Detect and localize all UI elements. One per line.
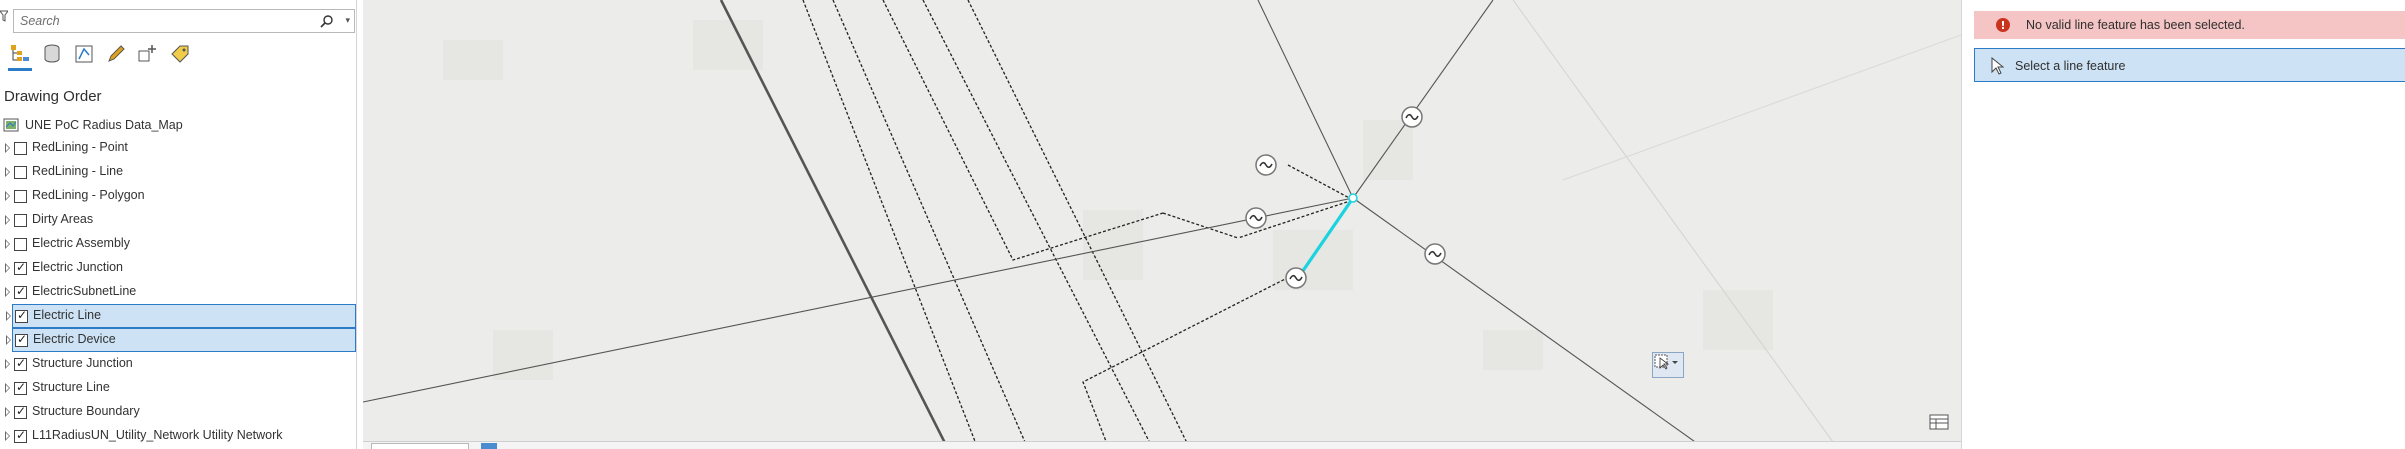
layer-label: Dirty Areas (32, 212, 94, 226)
map-view[interactable] (363, 0, 1961, 449)
expand-arrow-icon[interactable] (6, 311, 11, 321)
layer-visibility-checkbox[interactable] (14, 428, 27, 443)
layer-label: L11RadiusUN_Utility_Network Utility Netw… (32, 428, 283, 442)
select-line-feature-prompt[interactable]: Select a line feature (1974, 48, 2405, 82)
expand-arrow-icon[interactable] (5, 287, 10, 297)
layer-visibility-checkbox[interactable] (14, 238, 27, 251)
layer-item[interactable]: L11RadiusUN_Utility_Network Utility Netw… (0, 424, 356, 448)
map-canvas[interactable] (363, 0, 1961, 449)
search-input[interactable]: Search ▾ (13, 9, 355, 33)
layer-visibility-checkbox[interactable] (15, 308, 28, 323)
tool-pane: ! No valid line feature has been selecte… (1961, 0, 2405, 449)
expand-arrow-icon[interactable] (6, 335, 11, 345)
layer-item[interactable]: Structure Boundary (0, 400, 356, 424)
map-table-icon[interactable] (1929, 414, 1951, 436)
layer-visibility-checkbox[interactable] (14, 284, 27, 299)
error-message-text: No valid line feature has been selected. (2026, 18, 2245, 32)
layer-visibility-checkbox[interactable] (15, 332, 28, 347)
search-icon[interactable] (320, 14, 334, 28)
cursor-icon (1991, 57, 2005, 75)
error-icon: ! (1996, 18, 2010, 32)
layer-visibility-checkbox[interactable] (14, 142, 27, 155)
map-status-bar (363, 441, 1961, 449)
select-tool-icon (1654, 354, 1678, 370)
expand-arrow-icon[interactable] (5, 239, 10, 249)
expand-arrow-icon[interactable] (5, 431, 10, 441)
map-name: UNE PoC Radius Data_Map (25, 118, 183, 132)
search-options-chevron-icon[interactable]: ▾ (345, 15, 350, 26)
expand-arrow-icon[interactable] (5, 191, 10, 201)
layer-item[interactable]: Electric Junction (0, 256, 356, 280)
layer-item[interactable]: Electric Device (6, 328, 356, 352)
expand-arrow-icon[interactable] (5, 143, 10, 153)
layer-visibility-checkbox[interactable] (14, 166, 27, 179)
layer-visibility-checkbox[interactable] (14, 260, 27, 275)
layer-label: Electric Assembly (32, 236, 130, 250)
list-by-snapping-icon[interactable] (134, 40, 162, 68)
layer-visibility-checkbox[interactable] (14, 190, 27, 203)
layer-label: RedLining - Point (32, 140, 128, 154)
list-by-editing-icon[interactable] (102, 40, 130, 68)
filter-icon[interactable] (0, 10, 8, 22)
layer-item[interactable]: RedLining - Point (0, 136, 356, 160)
layer-label: Structure Line (32, 380, 110, 394)
layer-label: Structure Boundary (32, 404, 140, 418)
layer-item[interactable]: RedLining - Line (0, 160, 356, 184)
layer-label: Electric Device (33, 332, 116, 346)
layer-visibility-checkbox[interactable] (14, 356, 27, 371)
layer-item[interactable]: Electric Assembly (0, 232, 356, 256)
map-scale-box[interactable] (371, 443, 469, 449)
map-item[interactable]: UNE PoC Radius Data_Map (3, 114, 353, 136)
layer-visibility-checkbox[interactable] (14, 380, 27, 395)
drawing-order-heading: Drawing Order (4, 88, 102, 105)
list-by-selection-icon[interactable] (70, 40, 98, 68)
layer-visibility-checkbox[interactable] (14, 404, 27, 419)
layer-label: Structure Junction (32, 356, 133, 370)
error-message: ! No valid line feature has been selecte… (1974, 11, 2405, 39)
layer-label: RedLining - Line (32, 164, 124, 178)
layer-item[interactable]: Structure Line (0, 376, 356, 400)
list-by-labeling-icon[interactable] (166, 40, 194, 68)
layer-item[interactable]: ElectricSubnetLine (0, 280, 356, 304)
expand-arrow-icon[interactable] (5, 383, 10, 393)
layer-item[interactable]: RedLining - Polygon (0, 184, 356, 208)
expand-arrow-icon[interactable] (5, 359, 10, 369)
search-placeholder: Search (20, 14, 60, 28)
layer-item[interactable]: Structure Junction (0, 352, 356, 376)
layer-visibility-checkbox[interactable] (14, 214, 27, 227)
expand-arrow-icon[interactable] (5, 263, 10, 273)
layer-item[interactable]: Electric Line (6, 304, 356, 328)
list-by-drawing-order-icon[interactable] (6, 40, 34, 71)
list-by-source-icon[interactable] (38, 40, 66, 68)
expand-arrow-icon[interactable] (5, 215, 10, 225)
expand-arrow-icon[interactable] (5, 407, 10, 417)
contents-toolbar (4, 40, 224, 71)
layer-item[interactable]: Dirty Areas (0, 208, 356, 232)
select-line-feature-text: Select a line feature (2015, 59, 2126, 73)
layer-label: RedLining - Polygon (32, 188, 145, 202)
map-tool-dropdown-button[interactable] (1652, 352, 1684, 378)
layer-label: ElectricSubnetLine (32, 284, 137, 298)
map-nav-button[interactable] (481, 443, 497, 449)
expand-arrow-icon[interactable] (5, 167, 10, 177)
contents-pane: Search ▾ Drawing Order UNE PoC Radius Da… (0, 0, 357, 449)
layer-label: Electric Line (33, 308, 102, 322)
map-icon (3, 118, 19, 132)
layer-label: Electric Junction (32, 260, 124, 274)
